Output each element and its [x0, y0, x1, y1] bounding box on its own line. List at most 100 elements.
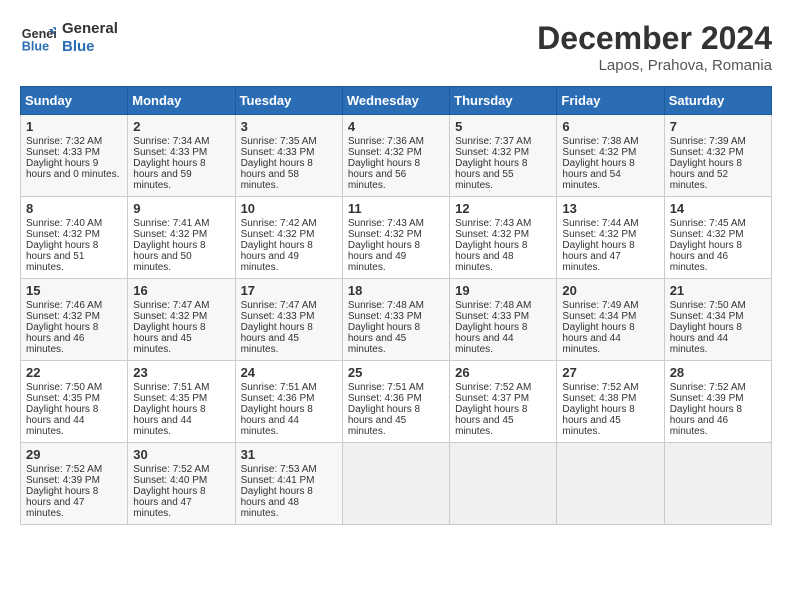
sunset-text: Sunset: 4:32 PM	[562, 147, 636, 158]
sunset-text: Sunset: 4:37 PM	[455, 393, 529, 404]
daylight-text: Daylight hours 8 hours and 45 minutes.	[455, 404, 527, 437]
calendar-cell: 16 Sunrise: 7:47 AMSunset: 4:32 PMDayligh…	[128, 279, 235, 361]
calendar-cell: 10Sunrise: 7:42 AMSunset: 4:32 PMDayligh…	[235, 197, 342, 279]
sunrise-text: Sunrise: 7:36 AM	[348, 136, 424, 147]
daylight-text: Daylight hours 8 hours and 44 minutes.	[562, 322, 634, 355]
sunrise-text: Sunrise: 7:51 AM	[348, 382, 424, 393]
sunset-text: Sunset: 4:32 PM	[455, 147, 529, 158]
sunrise-text: Sunrise: 7:49 AM	[562, 300, 638, 311]
calendar-cell: 22Sunrise: 7:50 AMSunset: 4:35 PMDayligh…	[21, 361, 128, 443]
sunrise-text: Sunrise: 7:53 AM	[241, 464, 317, 475]
day-number: 11	[348, 201, 444, 216]
daylight-text: Daylight hours 8 hours and 48 minutes.	[455, 240, 527, 273]
sunrise-text: Sunrise: 7:44 AM	[562, 218, 638, 229]
sunset-text: Sunset: 4:33 PM	[133, 147, 207, 158]
day-number: 8	[26, 201, 122, 216]
day-number: 9	[133, 201, 229, 216]
sunset-text: Sunset: 4:32 PM	[455, 229, 529, 240]
sunrise-text: Sunrise: 7:38 AM	[562, 136, 638, 147]
sunset-text: Sunset: 4:33 PM	[348, 311, 422, 322]
calendar-cell: 21Sunrise: 7:50 AMSunset: 4:34 PMDayligh…	[664, 279, 771, 361]
calendar-week-row: 8Sunrise: 7:40 AMSunset: 4:32 PMDaylight…	[21, 197, 772, 279]
day-number: 10	[241, 201, 337, 216]
day-number: 1	[26, 119, 122, 134]
calendar-cell: 19Sunrise: 7:48 AMSunset: 4:33 PMDayligh…	[450, 279, 557, 361]
sunrise-text: Sunrise: 7:39 AM	[670, 136, 746, 147]
sunset-text: Sunset: 4:32 PM	[348, 229, 422, 240]
calendar-cell: 28Sunrise: 7:52 AMSunset: 4:39 PMDayligh…	[664, 361, 771, 443]
day-number: 27	[562, 365, 658, 380]
sunset-text: Sunset: 4:32 PM	[670, 229, 744, 240]
sunrise-text: Sunrise: 7:52 AM	[670, 382, 746, 393]
sunrise-text: Sunrise: 7:37 AM	[455, 136, 531, 147]
sunset-text: Sunset: 4:32 PM	[133, 311, 207, 322]
calendar-cell	[557, 443, 664, 525]
location-subtitle: Lapos, Prahova, Romania	[537, 57, 772, 74]
daylight-text: Daylight hours 8 hours and 49 minutes.	[241, 240, 313, 273]
header-thursday: Thursday	[450, 87, 557, 115]
sunrise-text: Sunrise: 7:47 AM	[241, 300, 317, 311]
sunrise-text: Sunrise: 7:52 AM	[133, 464, 209, 475]
daylight-text: Daylight hours 8 hours and 46 minutes.	[26, 322, 98, 355]
day-number: 31	[241, 447, 337, 462]
day-number: 17	[241, 283, 337, 298]
daylight-text: Daylight hours 8 hours and 46 minutes.	[670, 240, 742, 273]
day-number: 24	[241, 365, 337, 380]
sunset-text: Sunset: 4:32 PM	[133, 229, 207, 240]
calendar-cell: 25Sunrise: 7:51 AMSunset: 4:36 PMDayligh…	[342, 361, 449, 443]
daylight-text: Daylight hours 8 hours and 58 minutes.	[241, 158, 313, 191]
calendar-cell: 5 Sunrise: 7:37 AMSunset: 4:32 PMDaylight…	[450, 115, 557, 197]
header-sunday: Sunday	[21, 87, 128, 115]
daylight-text: Daylight hours 8 hours and 44 minutes.	[670, 322, 742, 355]
daylight-text: Daylight hours 8 hours and 51 minutes.	[26, 240, 98, 273]
daylight-text: Daylight hours 9 hours and 0 minutes.	[26, 158, 119, 180]
daylight-text: Daylight hours 8 hours and 45 minutes.	[133, 322, 205, 355]
sunset-text: Sunset: 4:32 PM	[26, 311, 100, 322]
daylight-text: Daylight hours 8 hours and 50 minutes.	[133, 240, 205, 273]
sunrise-text: Sunrise: 7:35 AM	[241, 136, 317, 147]
page-header: General Blue General Blue December 2024 …	[20, 20, 772, 74]
daylight-text: Daylight hours 8 hours and 44 minutes.	[241, 404, 313, 437]
calendar-cell: 9 Sunrise: 7:41 AMSunset: 4:32 PMDaylight…	[128, 197, 235, 279]
calendar-cell	[664, 443, 771, 525]
sunset-text: Sunset: 4:34 PM	[562, 311, 636, 322]
sunset-text: Sunset: 4:40 PM	[133, 475, 207, 486]
sunrise-text: Sunrise: 7:52 AM	[562, 382, 638, 393]
sunrise-text: Sunrise: 7:47 AM	[133, 300, 209, 311]
header-friday: Friday	[557, 87, 664, 115]
daylight-text: Daylight hours 8 hours and 44 minutes.	[26, 404, 98, 437]
calendar-cell: 17Sunrise: 7:47 AMSunset: 4:33 PMDayligh…	[235, 279, 342, 361]
calendar-cell: 4Sunrise: 7:36 AMSunset: 4:32 PMDaylight…	[342, 115, 449, 197]
sunset-text: Sunset: 4:38 PM	[562, 393, 636, 404]
daylight-text: Daylight hours 8 hours and 47 minutes.	[133, 486, 205, 519]
daylight-text: Daylight hours 8 hours and 55 minutes.	[455, 158, 527, 191]
calendar-cell: 3Sunrise: 7:35 AMSunset: 4:33 PMDaylight…	[235, 115, 342, 197]
day-number: 5	[455, 119, 551, 134]
calendar-cell: 23Sunrise: 7:51 AMSunset: 4:35 PMDayligh…	[128, 361, 235, 443]
day-number: 16	[133, 283, 229, 298]
calendar-cell: 18Sunrise: 7:48 AMSunset: 4:33 PMDayligh…	[342, 279, 449, 361]
sunrise-text: Sunrise: 7:41 AM	[133, 218, 209, 229]
sunrise-text: Sunrise: 7:34 AM	[133, 136, 209, 147]
sunrise-text: Sunrise: 7:48 AM	[455, 300, 531, 311]
header-monday: Monday	[128, 87, 235, 115]
sunset-text: Sunset: 4:35 PM	[133, 393, 207, 404]
day-number: 4	[348, 119, 444, 134]
sunrise-text: Sunrise: 7:50 AM	[670, 300, 746, 311]
daylight-text: Daylight hours 8 hours and 47 minutes.	[562, 240, 634, 273]
day-number: 2	[133, 119, 229, 134]
day-number: 12	[455, 201, 551, 216]
calendar-cell: 26Sunrise: 7:52 AMSunset: 4:37 PMDayligh…	[450, 361, 557, 443]
sunset-text: Sunset: 4:32 PM	[241, 229, 315, 240]
calendar-cell: 29Sunrise: 7:52 AMSunset: 4:39 PMDayligh…	[21, 443, 128, 525]
daylight-text: Daylight hours 8 hours and 48 minutes.	[241, 486, 313, 519]
calendar-week-row: 22Sunrise: 7:50 AMSunset: 4:35 PMDayligh…	[21, 361, 772, 443]
sunset-text: Sunset: 4:33 PM	[455, 311, 529, 322]
calendar-header-row: Sunday Monday Tuesday Wednesday Thursday…	[21, 87, 772, 115]
day-number: 30	[133, 447, 229, 462]
calendar-cell: 13Sunrise: 7:44 AMSunset: 4:32 PMDayligh…	[557, 197, 664, 279]
calendar-week-row: 1Sunrise: 7:32 AMSunset: 4:33 PMDaylight…	[21, 115, 772, 197]
calendar-cell: 1Sunrise: 7:32 AMSunset: 4:33 PMDaylight…	[21, 115, 128, 197]
sunset-text: Sunset: 4:34 PM	[670, 311, 744, 322]
day-number: 14	[670, 201, 766, 216]
